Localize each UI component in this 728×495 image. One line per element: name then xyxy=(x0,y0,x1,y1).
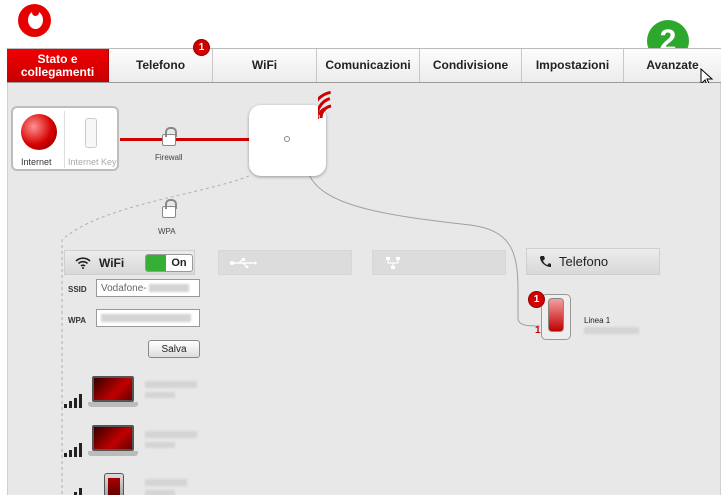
wifi-panel-title: WiFi xyxy=(99,255,125,270)
router-led-icon xyxy=(284,136,290,142)
linea-1-label: Linea 1 xyxy=(584,316,611,325)
ssid-label: SSID xyxy=(68,285,87,294)
telefono-line-badge: 1 xyxy=(528,291,545,308)
phone-handset-icon xyxy=(540,256,551,267)
wpa-key-redacted xyxy=(101,314,191,322)
signal-strength-icon xyxy=(64,443,82,457)
wpa-key-label: WPA xyxy=(68,316,87,325)
laptop-device-icon[interactable] xyxy=(88,376,138,408)
wireless-signal-icon xyxy=(318,90,332,119)
wpa-key-field[interactable] xyxy=(96,309,200,327)
laptop-device-icon[interactable] xyxy=(88,425,138,457)
wifi-toggle-label: On xyxy=(171,257,187,269)
usb-icon xyxy=(230,257,257,268)
smartphone-device-icon[interactable] xyxy=(104,473,124,495)
network-panel-header xyxy=(372,250,506,275)
line-number: 1 xyxy=(535,325,541,336)
device-2-info xyxy=(145,431,197,448)
wifi-panel-header: WiFi On xyxy=(64,250,195,275)
cordless-phone-icon[interactable] xyxy=(541,294,571,340)
wpa-label: WPA xyxy=(158,227,176,236)
save-button[interactable]: Salva xyxy=(148,340,200,358)
telefono-panel-title: Telefono xyxy=(559,254,609,269)
ssid-redacted xyxy=(148,284,189,292)
router-admin-page: 2 Stato e collegamenti Telefono WiFi Comu… xyxy=(0,0,728,495)
ssid-value: Vodafone- xyxy=(101,282,147,294)
network-ports-icon xyxy=(386,256,400,269)
wifi-toggle[interactable]: On xyxy=(145,254,193,272)
linea-1-number xyxy=(584,327,639,334)
router-device[interactable] xyxy=(249,105,326,176)
wpa-lock-icon[interactable] xyxy=(162,199,177,218)
signal-strength-icon xyxy=(64,394,82,408)
device-3-info xyxy=(145,479,187,495)
ssid-field[interactable]: Vodafone- xyxy=(96,279,200,297)
usb-panel-header xyxy=(218,250,352,275)
telefono-panel-header: Telefono xyxy=(526,248,660,275)
signal-strength-icon xyxy=(64,488,82,495)
device-1-info xyxy=(145,381,197,398)
wifi-icon xyxy=(75,256,91,269)
